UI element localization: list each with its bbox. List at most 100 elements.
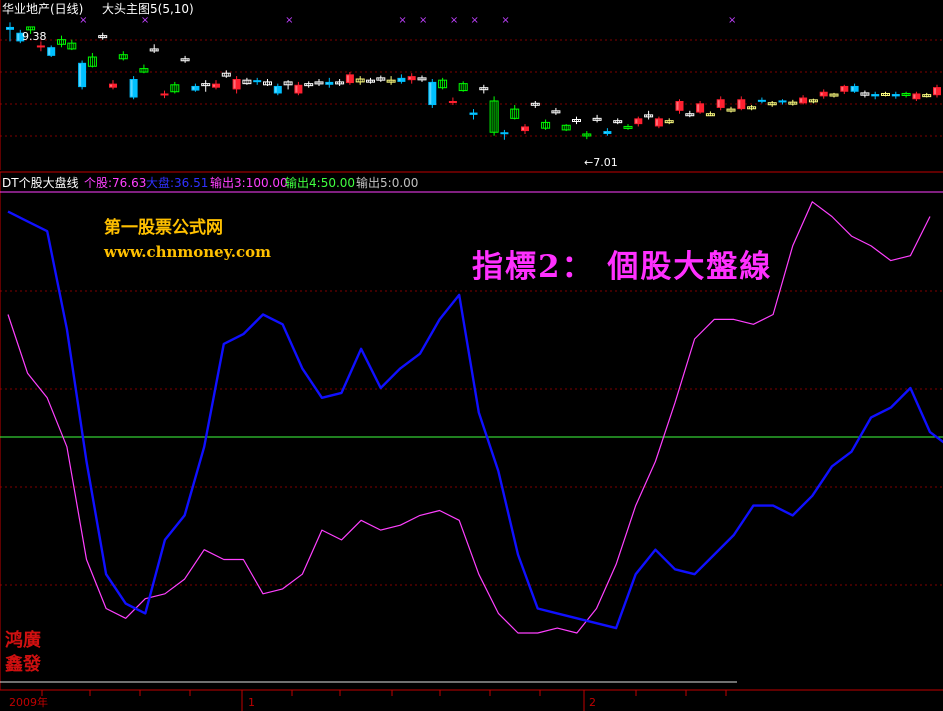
candle-9	[98, 32, 108, 40]
candle-19	[201, 80, 211, 92]
candle-38	[397, 74, 406, 84]
legend-value-2: 100.00	[246, 176, 288, 190]
candle-68	[705, 111, 715, 117]
candle-27	[283, 80, 293, 90]
candle-28	[294, 81, 303, 96]
legend-label-1: 大盘:	[146, 175, 174, 190]
legend-value-4: 0.00	[392, 176, 419, 190]
candle-50	[521, 124, 529, 134]
signal-marker-8: ×	[728, 15, 736, 26]
signal-marker-4: ×	[419, 15, 427, 26]
candle-78	[808, 98, 818, 104]
indicator-grid	[0, 290, 943, 586]
candle-39	[407, 73, 416, 84]
legend-value-3: 50.00	[321, 176, 355, 190]
chart-stage: 华业地产(日线) 大头主图5(5,10) × × × × × × × × × 9.38 ←7.0…	[0, 0, 943, 711]
candle-87	[901, 91, 911, 98]
candle-84	[871, 91, 880, 100]
legend-output4: 输出4:50.00	[285, 175, 355, 190]
candle-35	[366, 77, 375, 84]
signal-marker-6: ×	[471, 15, 479, 26]
candle-80	[829, 92, 839, 98]
candle-46	[479, 84, 489, 94]
signal-marker-7: ×	[501, 15, 509, 26]
candle-24	[253, 77, 262, 85]
main-candlestick-pane: 华业地产(日线) 大头主图5(5,10) × × × × × × × × × 9.38 ←7.0…	[0, 0, 943, 170]
high-price-marker: 9.38	[22, 30, 47, 43]
candle-72	[747, 105, 757, 111]
candle-66	[685, 110, 695, 118]
candle-47	[489, 96, 499, 136]
site-name: 第一股票公式网	[104, 217, 223, 238]
candle-42	[438, 77, 448, 90]
candle-56	[582, 131, 592, 140]
candle-51	[530, 100, 540, 108]
candle-40	[417, 75, 427, 82]
candle-7	[78, 60, 87, 90]
candle-69	[716, 96, 725, 111]
candle-79	[819, 89, 828, 99]
candle-62	[644, 110, 654, 120]
legend-output3: 输出3:100.00	[210, 175, 288, 190]
candle-70	[726, 106, 736, 113]
candle-0	[6, 22, 14, 42]
main-title: 华业地产(日线)	[2, 2, 83, 16]
candle-76	[788, 99, 798, 106]
candle-88	[912, 91, 921, 101]
legend-value-0: 76.63	[112, 176, 146, 190]
candle-77	[799, 95, 808, 105]
candle-71	[737, 96, 746, 111]
candle-49	[510, 105, 520, 120]
candle-14	[149, 44, 159, 53]
candle-11	[118, 51, 128, 61]
indicator-pane: 第一股票公式网 www.chnmoney.com 指標2： 個股大盤線 鸿廣 鑫…	[0, 172, 943, 690]
main-indicator-name: 大头主图5(5,10)	[102, 2, 194, 16]
signal-marker-2: ×	[285, 15, 293, 26]
signal-marker-5: ×	[450, 15, 458, 26]
candle-31	[325, 77, 334, 88]
legend-value-1: 36.51	[174, 176, 208, 190]
candle-4	[47, 45, 56, 58]
candle-12	[129, 76, 138, 100]
candle-10	[109, 80, 117, 90]
candle-59	[613, 118, 623, 125]
candle-41	[428, 79, 437, 108]
candle-65	[675, 99, 684, 114]
candle-86	[891, 91, 900, 99]
candle-53	[551, 107, 561, 115]
candle-5	[57, 35, 66, 48]
candle-90	[933, 84, 941, 98]
candle-83	[860, 90, 870, 98]
candle-16	[170, 81, 180, 94]
legend-market: 大盘:36.51	[146, 175, 208, 190]
legend-label-3: 输出4:	[285, 175, 321, 190]
low-price-marker: ←7.01	[584, 156, 618, 169]
candle-21	[221, 70, 231, 78]
candle-54	[561, 124, 571, 132]
legend-output5: 输出5:0.00	[356, 175, 418, 190]
axis-label-2: 2	[589, 696, 596, 709]
candle-67	[696, 100, 705, 114]
candle-13	[139, 64, 149, 74]
candle-57	[592, 114, 602, 123]
candle-23	[242, 77, 252, 85]
candle-85	[881, 91, 890, 97]
candle-32	[335, 79, 345, 86]
signal-marker-0: ×	[79, 15, 87, 26]
legend-label-4: 输出5:	[356, 175, 392, 190]
svg-text:鸿廣: 鸿廣	[5, 629, 41, 651]
candle-60	[623, 124, 633, 130]
axis-label-year: 2009年	[9, 695, 48, 709]
legend-label-2: 输出3:	[210, 175, 246, 190]
signal-marker-3: ×	[398, 15, 406, 26]
candle-74	[767, 100, 777, 107]
candle-55	[572, 116, 581, 125]
axis-ticks	[41, 690, 727, 711]
candle-81	[840, 84, 849, 95]
candle-45	[469, 109, 478, 120]
series-line-0	[7, 201, 931, 634]
indicator-caption: 指標2： 個股大盤線	[472, 249, 772, 285]
candle-89	[922, 92, 932, 98]
signal-markers: × × × × × × × × ×	[79, 15, 736, 26]
candle-61	[634, 116, 643, 127]
